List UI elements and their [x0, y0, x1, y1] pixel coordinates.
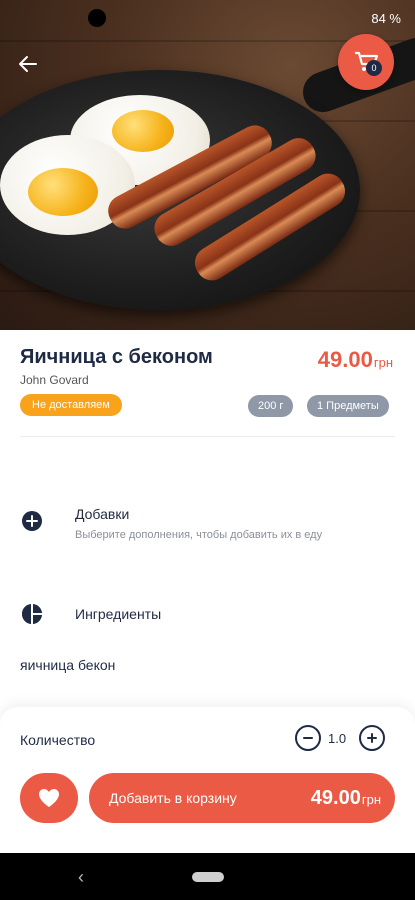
weight-pill: 200 г [248, 395, 294, 417]
add-to-cart-button[interactable]: Добавить в корзину 49.00грн [89, 773, 395, 823]
product-author: John Govard [20, 373, 89, 387]
cart-button[interactable]: 0 [338, 34, 394, 90]
product-title: Яичница с беконом [20, 346, 213, 368]
camera-cutout [88, 9, 106, 27]
battery-text: 84 % [371, 10, 401, 26]
plus-icon [367, 733, 377, 743]
back-button[interactable] [14, 50, 42, 78]
quantity-label: Количество [20, 732, 96, 748]
pie-chart-icon [22, 604, 42, 624]
back-arrow-icon [19, 56, 37, 72]
price-currency: грн [373, 355, 393, 370]
delivery-status-badge: Не доставляем [20, 394, 122, 416]
price-value: 49.00 [317, 347, 373, 372]
system-home-pill[interactable] [192, 872, 224, 882]
addons-subtitle: Выберите дополнения, чтобы добавить их в… [75, 529, 323, 541]
product-price: 49.00грн [318, 347, 393, 373]
add-to-cart-price-value: 49.00 [310, 786, 361, 809]
order-panel: Количество 1.0 Добавить в корзину 49.00г… [0, 707, 415, 853]
add-addons-button[interactable] [22, 511, 42, 531]
quantity-increase-button[interactable] [359, 725, 385, 751]
system-back-icon[interactable]: ‹ [78, 867, 84, 888]
favorite-button[interactable] [20, 773, 78, 823]
product-hero-image: 84 % 0 [0, 0, 415, 330]
plus-circle-icon [26, 515, 38, 527]
cart-count-badge: 0 [366, 60, 382, 76]
quantity-decrease-button[interactable] [295, 725, 321, 751]
ingredients-title: Ингредиенты [75, 606, 162, 622]
items-pill: 1 Предметы [307, 395, 389, 417]
add-to-cart-label: Добавить в корзину [109, 790, 237, 806]
minus-icon [303, 737, 313, 739]
addons-title[interactable]: Добавки [75, 506, 129, 522]
heart-icon [39, 789, 59, 807]
add-to-cart-currency: грн [361, 791, 381, 807]
system-nav-bar: ‹ [0, 853, 415, 900]
ingredients-text: яичница бекон [20, 657, 116, 673]
status-bar: 84 % [0, 0, 415, 36]
divider [20, 436, 395, 437]
quantity-value: 1.0 [328, 731, 347, 746]
add-to-cart-price: 49.00грн [311, 787, 381, 810]
ingredients-icon-wrap [22, 604, 42, 624]
